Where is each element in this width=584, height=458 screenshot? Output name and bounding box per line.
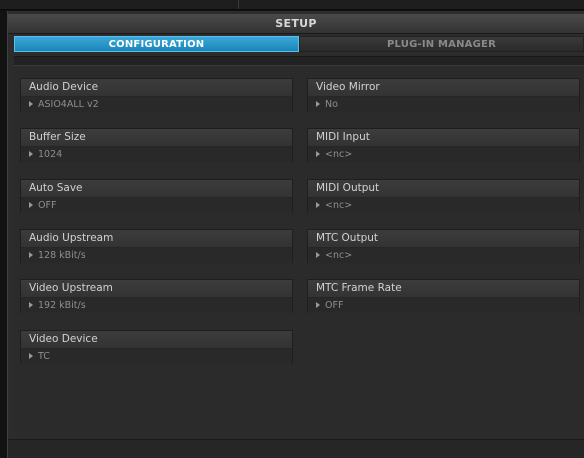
triangle-right-icon xyxy=(29,100,33,107)
triangle-right-icon xyxy=(316,301,320,308)
setting-value-row[interactable]: TC xyxy=(21,349,292,364)
setting-label: MIDI Output xyxy=(308,180,579,198)
setting-audio-device[interactable]: Audio Device ASIO4ALL v2 xyxy=(20,78,293,112)
setting-label: Auto Save xyxy=(21,180,292,198)
setting-label: Video Device xyxy=(21,331,292,349)
setting-value: OFF xyxy=(38,200,57,211)
setting-value-row[interactable]: 1024 xyxy=(21,147,292,162)
setup-window: SETUP CONFIGURATION PLUG-IN MANAGER Audi… xyxy=(7,11,584,458)
setting-value-row[interactable]: 192 kBit/s xyxy=(21,298,292,313)
setting-value-row[interactable]: 128 kBit/s xyxy=(21,248,292,263)
setting-value: TC xyxy=(38,351,50,362)
setting-label: MTC Output xyxy=(308,230,579,248)
tab-plugin-manager[interactable]: PLUG-IN MANAGER xyxy=(299,36,584,52)
setting-value: 128 kBit/s xyxy=(38,250,86,261)
triangle-right-icon xyxy=(316,201,320,208)
app-frame: SETUP CONFIGURATION PLUG-IN MANAGER Audi… xyxy=(0,0,584,458)
setting-video-upstream[interactable]: Video Upstream 192 kBit/s xyxy=(20,279,293,313)
configuration-panel: Audio Device ASIO4ALL v2 Buffer Size 102… xyxy=(14,66,584,451)
setting-value-row[interactable]: No xyxy=(308,97,579,112)
triangle-right-icon xyxy=(29,301,33,308)
setting-label: Buffer Size xyxy=(21,129,292,147)
triangle-right-icon xyxy=(316,100,320,107)
setting-label: MTC Frame Rate xyxy=(308,280,579,298)
setting-value: No xyxy=(325,99,338,110)
setting-mtc-frame-rate[interactable]: MTC Frame Rate OFF xyxy=(307,279,580,313)
triangle-right-icon xyxy=(29,251,33,258)
tab-configuration[interactable]: CONFIGURATION xyxy=(14,36,299,52)
setting-buffer-size[interactable]: Buffer Size 1024 xyxy=(20,128,293,162)
setting-mtc-output[interactable]: MTC Output <nc> xyxy=(307,229,580,263)
tab-bar: CONFIGURATION PLUG-IN MANAGER xyxy=(14,36,584,52)
setting-value: ASIO4ALL v2 xyxy=(38,99,99,110)
setting-value: OFF xyxy=(325,300,344,311)
setting-label: Audio Upstream xyxy=(21,230,292,248)
triangle-right-icon xyxy=(29,150,33,157)
window-title: SETUP xyxy=(8,14,584,34)
setting-value: 192 kBit/s xyxy=(38,300,86,311)
top-strip xyxy=(0,0,584,10)
setting-value-row[interactable]: OFF xyxy=(21,198,292,213)
window-bottom-edge xyxy=(8,439,584,458)
setting-value-row[interactable]: <nc> xyxy=(308,248,579,263)
setting-video-mirror[interactable]: Video Mirror No xyxy=(307,78,580,112)
setting-video-device[interactable]: Video Device TC xyxy=(20,330,293,364)
setting-midi-input[interactable]: MIDI Input <nc> xyxy=(307,128,580,162)
setting-auto-save[interactable]: Auto Save OFF xyxy=(20,179,293,213)
setting-value: <nc> xyxy=(325,149,353,160)
top-strip-divider xyxy=(238,0,239,9)
setting-label: Audio Device xyxy=(21,79,292,97)
setting-label: Video Upstream xyxy=(21,280,292,298)
setting-midi-output[interactable]: MIDI Output <nc> xyxy=(307,179,580,213)
setting-value-row[interactable]: OFF xyxy=(308,298,579,313)
tab-separator xyxy=(14,56,584,66)
triangle-right-icon xyxy=(316,150,320,157)
setting-value: <nc> xyxy=(325,200,353,211)
setting-value-row[interactable]: <nc> xyxy=(308,147,579,162)
setting-label: Video Mirror xyxy=(308,79,579,97)
triangle-right-icon xyxy=(29,352,33,359)
setting-value: 1024 xyxy=(38,149,63,160)
setting-value-row[interactable]: ASIO4ALL v2 xyxy=(21,97,292,112)
triangle-right-icon xyxy=(29,201,33,208)
triangle-right-icon xyxy=(316,251,320,258)
setting-value-row[interactable]: <nc> xyxy=(308,198,579,213)
setting-audio-upstream[interactable]: Audio Upstream 128 kBit/s xyxy=(20,229,293,263)
setting-label: MIDI Input xyxy=(308,129,579,147)
setting-value: <nc> xyxy=(325,250,353,261)
